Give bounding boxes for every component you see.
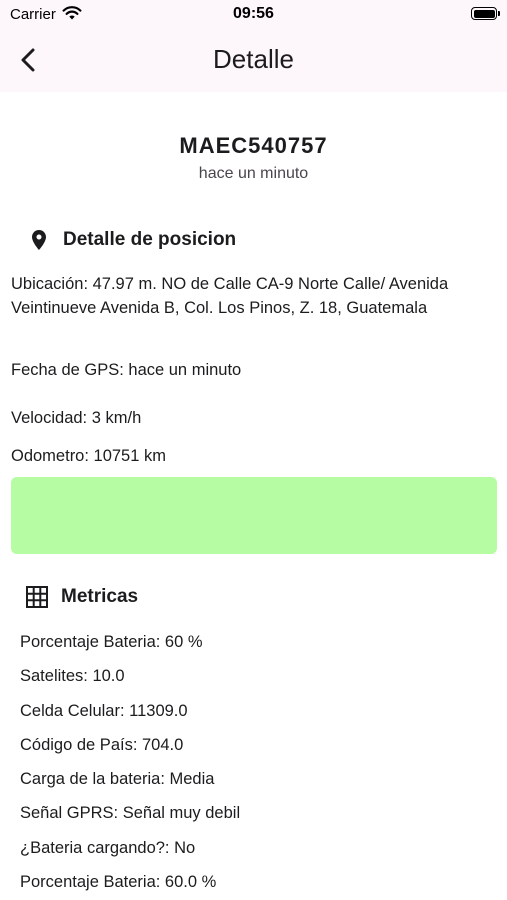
battery-icon [471, 7, 500, 20]
position-section-header: Detalle de posicion [27, 228, 236, 252]
status-banner [11, 477, 497, 554]
page-title: Detalle [213, 44, 294, 74]
metric-item: Señal GPRS: Señal muy debil [20, 804, 241, 822]
app-bar: Detalle [0, 28, 507, 92]
speed-value: Velocidad: 3 km/h [11, 409, 142, 427]
metric-item: Carga de la bateria: Media [20, 770, 215, 788]
metric-item: Código de País: 704.0 [20, 736, 184, 754]
position-section-title: Detalle de posicion [63, 229, 237, 250]
metric-item: Porcentaje Bateria: 60.0 % [20, 873, 217, 891]
clock: 09:56 [233, 5, 274, 22]
metric-item: Porcentaje Bateria: 60 % [20, 633, 203, 651]
device-updated-time: hace un minuto [198, 165, 309, 182]
metrics-section-title: Metricas [61, 586, 139, 607]
metric-item: Satelites: 10.0 [20, 667, 125, 685]
gps-date: Fecha de GPS: hace un minuto [11, 361, 242, 379]
metric-item: Celda Celular: 11309.0 [20, 702, 188, 720]
location-pin-icon [32, 230, 46, 250]
status-bar: Carrier 09:56 [0, 0, 507, 28]
location-address: Ubicación: 47.97 m. NO de Calle CA-9 Nor… [11, 275, 449, 317]
grid-icon [26, 586, 48, 608]
odometer-value: Odometro: 10751 km [11, 447, 166, 465]
metrics-section-header: Metricas [25, 585, 138, 609]
metric-item: ¿Bateria cargando?: No [20, 839, 196, 857]
device-id: MAEC540757 [179, 133, 328, 158]
